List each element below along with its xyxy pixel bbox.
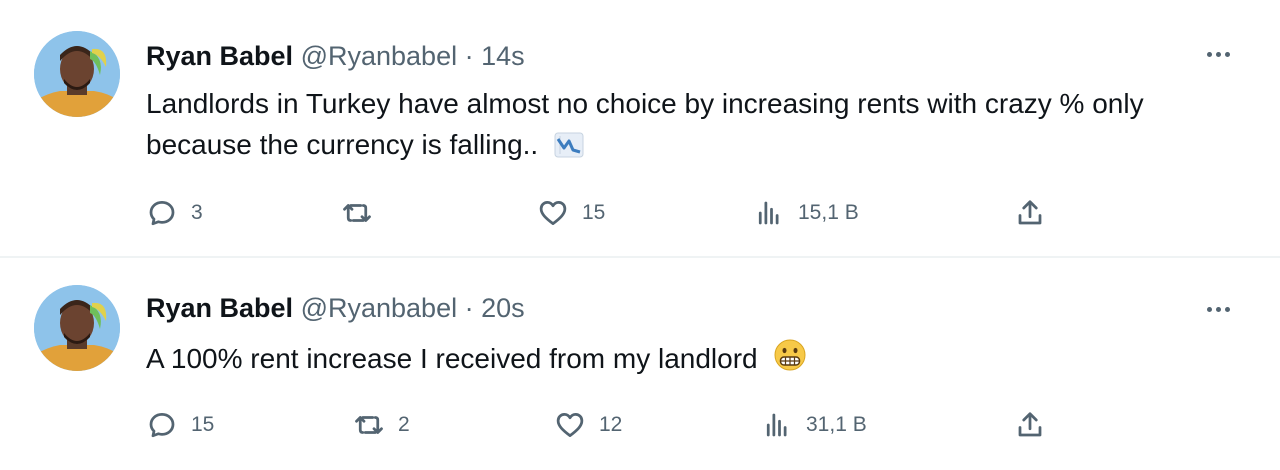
tweet-text-container: A 100% rent increase I received from my …	[146, 338, 1256, 383]
share-button[interactable]	[1015, 405, 1045, 445]
reply-count: 3	[191, 201, 203, 224]
views-count: 15,1 B	[798, 201, 859, 224]
tweet-text: A 100% rent increase I received from my …	[146, 343, 758, 374]
share-button[interactable]	[1015, 193, 1045, 233]
tweet-text: Landlords in Turkey have almost no choic…	[146, 88, 1144, 160]
repost-icon	[343, 204, 371, 222]
tweet-text-container: Landlords in Turkey have almost no choic…	[146, 83, 1256, 169]
views-button[interactable]: 15,1 B	[754, 193, 859, 233]
tweet-actions: 15 2 12 31,1 B	[0, 405, 1280, 445]
like-button[interactable]: 15	[538, 193, 605, 233]
separator-dot: ·	[464, 41, 474, 71]
reply-icon	[149, 201, 175, 226]
views-count: 31,1 B	[806, 413, 867, 436]
reply-count: 15	[191, 413, 215, 436]
reply-icon	[149, 413, 175, 438]
avatar[interactable]	[34, 285, 120, 371]
username-handle[interactable]: @Ryanbabel	[301, 293, 458, 323]
tweet-header: Ryan Babel @Ryanbabel · 14s	[146, 40, 525, 72]
tweet[interactable]: Ryan Babel @Ryanbabel · 14s Landlords in…	[0, 0, 1280, 257]
avatar-image	[34, 31, 120, 117]
like-count: 15	[582, 201, 606, 224]
repost-button[interactable]: 2	[354, 405, 410, 445]
tweet-header: Ryan Babel @Ryanbabel · 20s	[146, 292, 525, 324]
like-count: 12	[599, 413, 623, 436]
views-button[interactable]: 31,1 B	[762, 405, 867, 445]
display-name[interactable]: Ryan Babel	[146, 41, 293, 71]
repost-count: 2	[398, 413, 410, 436]
like-button[interactable]: 12	[555, 405, 622, 445]
repost-icon	[355, 416, 383, 434]
timestamp[interactable]: 20s	[481, 293, 525, 323]
more-icon[interactable]	[1200, 299, 1236, 319]
avatar[interactable]	[34, 31, 120, 117]
repost-button[interactable]	[342, 193, 386, 233]
views-icon	[766, 413, 787, 437]
chart-decreasing-emoji	[554, 128, 584, 169]
like-icon	[556, 413, 584, 437]
grimacing-face-emoji	[773, 338, 807, 383]
views-icon	[758, 201, 779, 225]
username-handle[interactable]: @Ryanbabel	[301, 41, 458, 71]
display-name[interactable]: Ryan Babel	[146, 293, 293, 323]
share-icon	[1018, 200, 1042, 225]
tweet-actions: 3 15 15,1 B	[0, 193, 1280, 233]
like-icon	[539, 201, 567, 225]
avatar-image	[34, 285, 120, 371]
reply-button[interactable]: 15	[147, 405, 214, 445]
separator-dot: ·	[464, 293, 474, 323]
reply-button[interactable]: 3	[147, 193, 203, 233]
tweet[interactable]: Ryan Babel @Ryanbabel · 20s A 100% rent …	[0, 257, 1280, 470]
more-icon[interactable]	[1200, 44, 1236, 64]
timestamp[interactable]: 14s	[481, 41, 525, 71]
share-icon	[1018, 412, 1042, 437]
